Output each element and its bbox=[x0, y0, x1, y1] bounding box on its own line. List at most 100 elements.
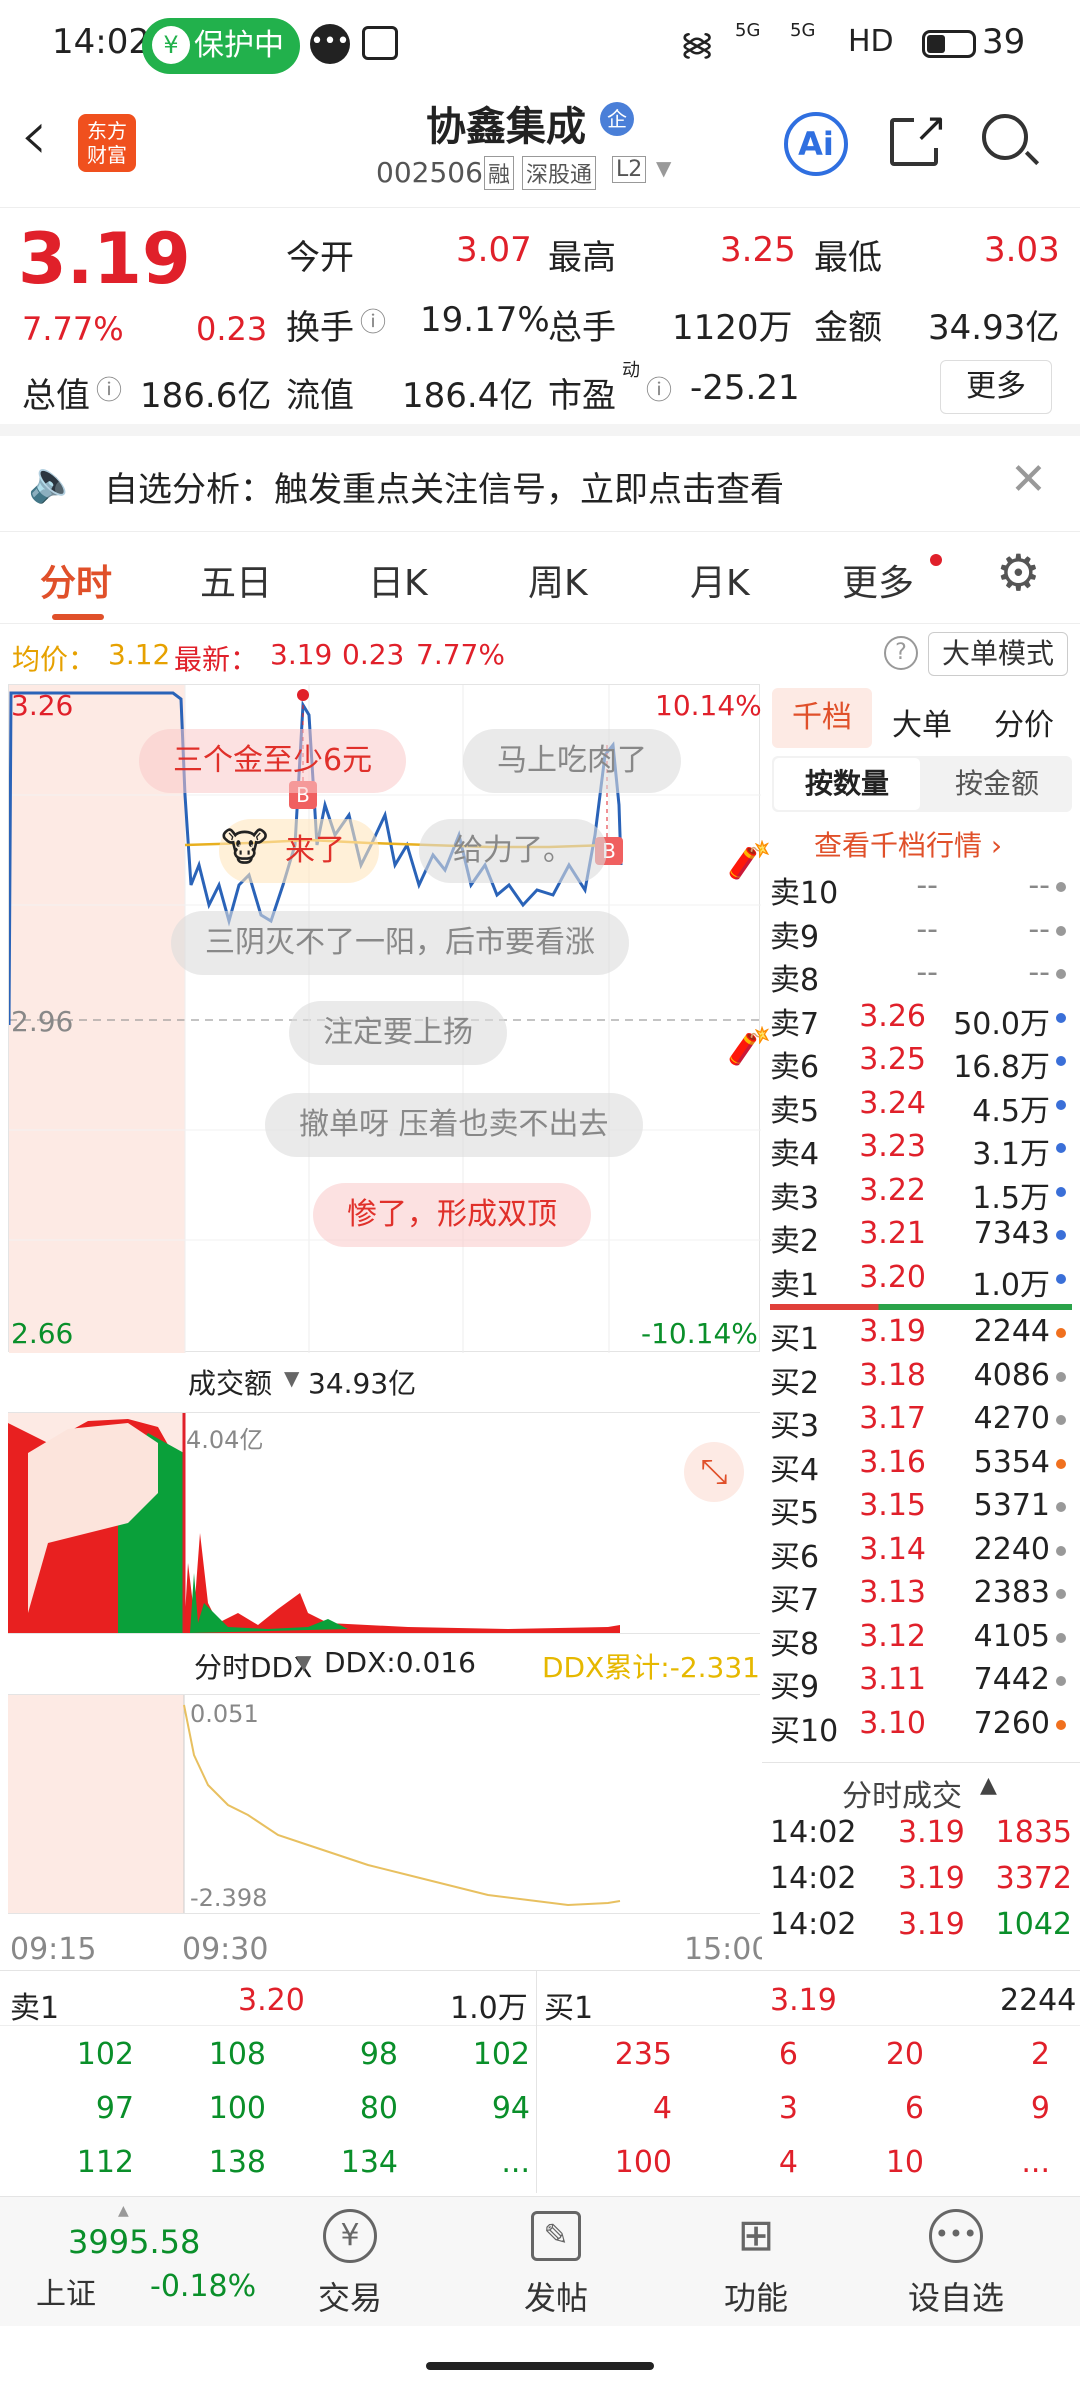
bid-ask-ratio-bar bbox=[770, 1304, 1072, 1310]
red-dot bbox=[930, 554, 942, 566]
amount-value: 34.93亿 bbox=[928, 308, 1060, 348]
home-indicator[interactable] bbox=[426, 2362, 654, 2370]
volume-label[interactable]: 成交额 bbox=[188, 1362, 272, 1402]
close-icon[interactable]: ✕ bbox=[1010, 454, 1047, 505]
protect-label: 保护中 bbox=[194, 28, 284, 63]
nav-functions-label: 功能 bbox=[723, 2279, 788, 2317]
tab-depth[interactable]: 千档 bbox=[772, 688, 872, 748]
y-axis-bottom: 2.66 bbox=[11, 1317, 74, 1350]
stock-header: ‹ 东方 财富 协鑫集成 企 002506 融 深股通 L2 ▼ Ai ↗ bbox=[0, 90, 1080, 208]
info-icon[interactable]: ⓘ bbox=[96, 370, 122, 407]
tab-price-dist[interactable]: 分价 bbox=[994, 700, 1054, 744]
ai-button[interactable]: Ai bbox=[784, 112, 848, 176]
bid-level-label: 买10 bbox=[770, 1713, 839, 1749]
sell-queue-order: 102 bbox=[472, 2037, 530, 2072]
info-icon[interactable]: ⓘ bbox=[646, 370, 672, 407]
nav-trade-label: 交易 bbox=[317, 2279, 382, 2317]
subtab-by-amount[interactable]: 按金额 bbox=[924, 758, 1070, 810]
trade-price: 3.19 bbox=[898, 1907, 965, 1942]
sell-queue-order: ... bbox=[501, 2145, 530, 2180]
high-value: 3.25 bbox=[720, 230, 796, 270]
subtab-by-quantity[interactable]: 按数量 bbox=[774, 758, 920, 810]
tab-underline bbox=[52, 614, 104, 620]
trade-time: 14:02 bbox=[770, 1861, 857, 1896]
chevron-up-icon[interactable]: ▲ bbox=[980, 1773, 997, 1798]
banner-text: 自选分析：触发重点关注信号，立即点击查看 bbox=[104, 470, 784, 510]
more-button[interactable]: 更多 bbox=[940, 360, 1052, 414]
chevron-down-icon[interactable]: ▼ bbox=[656, 156, 671, 180]
ddx-value: DDX:0.016 bbox=[324, 1646, 476, 1679]
order-dot bbox=[1056, 1273, 1066, 1284]
ask-volume: 3.1万 bbox=[972, 1137, 1050, 1172]
help-icon[interactable]: ? bbox=[884, 636, 918, 670]
ask-price: -- bbox=[916, 911, 938, 947]
nav-functions[interactable]: ⊞ 功能 bbox=[656, 2209, 856, 2319]
sell-queue-order: 100 bbox=[208, 2091, 266, 2126]
index-name[interactable]: 上证 bbox=[36, 2269, 96, 2313]
ask-volume: 50.0万 bbox=[953, 1006, 1050, 1042]
big-order-mode-button[interactable]: 大单模式 bbox=[928, 632, 1068, 676]
tab-more[interactable]: 更多 bbox=[842, 554, 914, 606]
tab-weekly-k[interactable]: 周K bbox=[528, 554, 588, 606]
buy-queue-order: 100 bbox=[614, 2145, 672, 2180]
share-icon[interactable]: ↗ bbox=[890, 108, 948, 166]
trades-label[interactable]: 分时成交 bbox=[842, 1771, 962, 1815]
nav-add-watchlist[interactable]: ••• 设自选 bbox=[856, 2209, 1056, 2319]
tab-big-order[interactable]: 大单 bbox=[892, 700, 952, 744]
index-value[interactable]: 3995.58 bbox=[68, 2223, 200, 2261]
back-icon[interactable]: ‹ bbox=[20, 94, 48, 176]
order-dot bbox=[1056, 1328, 1066, 1338]
trades-panel: 分时成交 ▲ 14:02 3.19 1835 14:02 3.19 3372 14:02 3.… bbox=[762, 1762, 1080, 1970]
chevron-down-icon[interactable]: ▼ bbox=[284, 1366, 299, 1390]
nav-trade[interactable]: ¥ 交易 bbox=[250, 2209, 450, 2319]
order-dot bbox=[1056, 1502, 1066, 1512]
queue-buy-volume: 2244 bbox=[1000, 1983, 1077, 2018]
net1-label: 5G bbox=[735, 20, 761, 41]
status-bar: 14:02 ¥ 保护中 ••• ᯼ 5G 5G HD 39 bbox=[0, 0, 1080, 90]
sell-queue-order: 138 bbox=[208, 2145, 266, 2180]
trade-time: 14:02 bbox=[770, 1907, 857, 1942]
tab-five-day[interactable]: 五日 bbox=[200, 554, 272, 606]
nav-post[interactable]: ✎ 发帖 bbox=[456, 2209, 656, 2319]
intraday-chart[interactable]: 3.26 2.96 2.66 10.14% -10.14% B B 三个金至少6… bbox=[8, 684, 772, 1353]
order-dot bbox=[1056, 1186, 1066, 1197]
ask-volume: -- bbox=[1028, 955, 1050, 990]
expand-icon[interactable]: ⤡ bbox=[684, 1442, 744, 1502]
avg-label: 均价： bbox=[12, 643, 97, 676]
tab-intraday[interactable]: 分时 bbox=[40, 554, 112, 606]
trade-volume: 1042 bbox=[995, 1907, 1072, 1942]
trade-volume: 3372 bbox=[995, 1861, 1072, 1896]
sell-queue-order: 94 bbox=[491, 2091, 530, 2126]
info-icon[interactable]: ⓘ bbox=[360, 302, 386, 339]
depth-link[interactable]: 查看千档行情 › bbox=[814, 824, 1002, 864]
buy-queue-order: ... bbox=[1021, 2145, 1050, 2180]
order-dot bbox=[1056, 1230, 1066, 1240]
sell-queue-order: 108 bbox=[208, 2037, 266, 2072]
ddx-label[interactable]: 分时DDX bbox=[194, 1646, 312, 1686]
danmu-comment: 三阴灭不了一阳，后市要看涨 bbox=[171, 911, 629, 975]
ask-price: 3.23 bbox=[859, 1129, 926, 1164]
order-dot bbox=[1056, 1415, 1066, 1425]
tab-monthly-k[interactable]: 月K bbox=[690, 554, 750, 606]
bid-price: 3.15 bbox=[859, 1488, 926, 1523]
bid-volume: 7260 bbox=[973, 1705, 1050, 1741]
ask-price: 3.24 bbox=[859, 1085, 926, 1121]
order-dot bbox=[1056, 1545, 1066, 1556]
chevron-up-icon[interactable]: ▲ bbox=[118, 2203, 129, 2219]
analysis-banner[interactable]: 🔈 自选分析：触发重点关注信号，立即点击查看 ✕ bbox=[0, 436, 1080, 532]
low-label: 最低 bbox=[814, 238, 882, 278]
chevron-down-icon[interactable]: ▼ bbox=[296, 1650, 311, 1674]
turnover-label: 换手 bbox=[286, 308, 354, 348]
ask-volume: -- bbox=[1028, 911, 1050, 947]
tab-daily-k[interactable]: 日K bbox=[368, 554, 428, 606]
queue-sell-label: 卖1 bbox=[10, 1991, 60, 2026]
sell-queue-order: 134 bbox=[340, 2145, 398, 2180]
ddx-line bbox=[183, 1704, 621, 1907]
protect-pill[interactable]: ¥ 保护中 bbox=[142, 18, 300, 74]
gear-icon[interactable]: ⚙ bbox=[996, 544, 1041, 602]
nav-add-watchlist-label: 设自选 bbox=[907, 2279, 1004, 2317]
volume-value: 1120万 bbox=[672, 308, 793, 348]
search-icon[interactable] bbox=[982, 114, 1040, 166]
new-change: 0.23 bbox=[342, 638, 405, 671]
queue-sell-volume: 1.0万 bbox=[450, 1991, 528, 2026]
